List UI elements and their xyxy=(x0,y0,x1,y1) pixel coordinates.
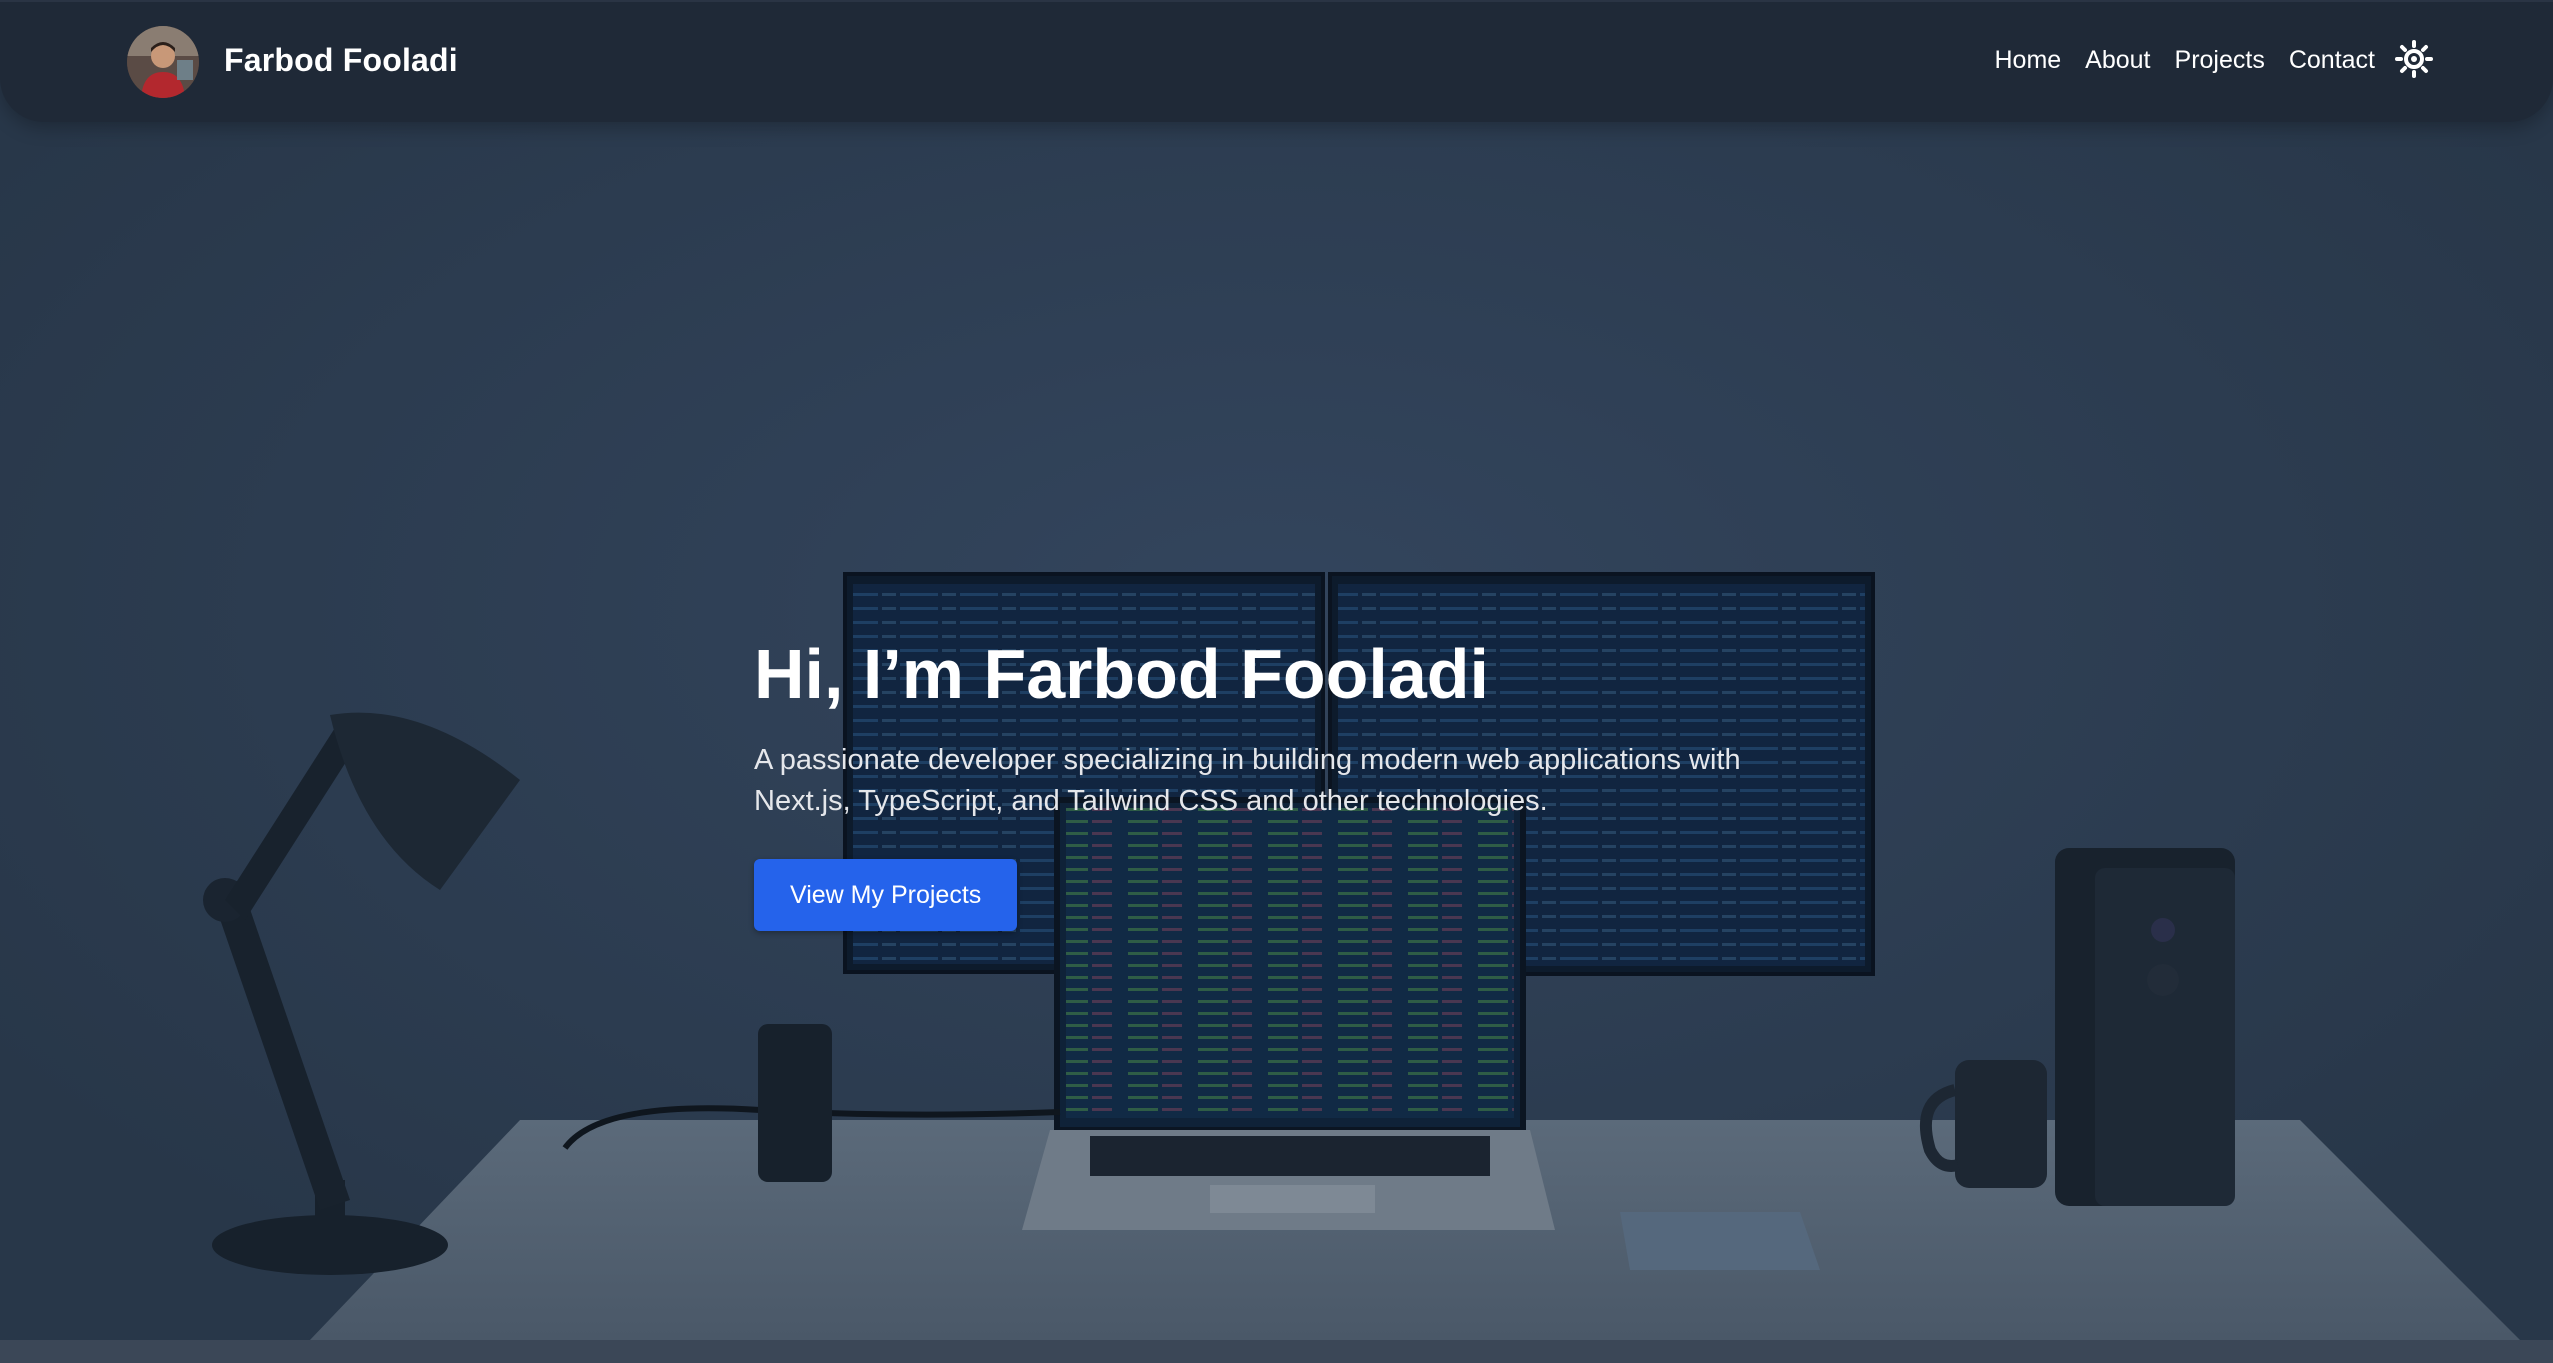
navbar: Farbod Fooladi Home About Projects Conta… xyxy=(0,0,2553,122)
hero-subtitle: A passionate developer specializing in b… xyxy=(754,744,1741,817)
theme-toggle-button[interactable] xyxy=(2395,40,2433,78)
nav-link-about[interactable]: About xyxy=(2085,46,2150,75)
nav-link-contact[interactable]: Contact xyxy=(2289,46,2375,75)
hero-content: Hi, I’m Farbod Fooladi A passionate deve… xyxy=(754,626,1854,931)
hero-section: Hi, I’m Farbod Fooladi A passionate deve… xyxy=(0,0,2553,1363)
avatar-photo-icon xyxy=(127,26,199,98)
avatar[interactable] xyxy=(127,26,199,98)
nav-link-home[interactable]: Home xyxy=(1994,46,2061,75)
nav-links: Home About Projects Contact xyxy=(1994,46,2375,75)
sun-icon xyxy=(2395,40,2433,78)
hero-title: Hi, I’m Farbod Fooladi xyxy=(754,635,1489,713)
brand-name[interactable]: Farbod Fooladi xyxy=(224,42,458,79)
nav-link-projects[interactable]: Projects xyxy=(2175,46,2265,75)
view-projects-button[interactable]: View My Projects xyxy=(754,859,1018,931)
